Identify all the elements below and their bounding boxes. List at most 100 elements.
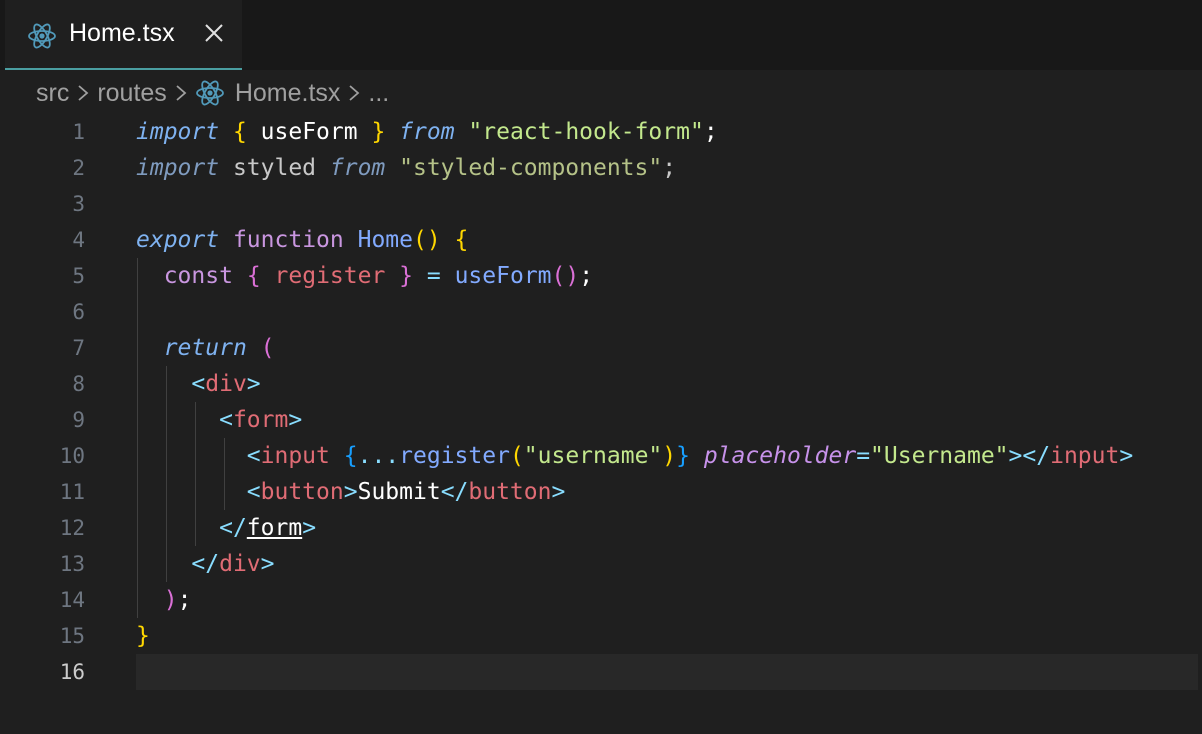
code-token: > xyxy=(288,407,303,433)
code-token: () xyxy=(551,263,580,289)
code-line: } xyxy=(136,618,1133,654)
code-token: ) xyxy=(662,443,677,469)
code-token: > xyxy=(343,479,358,505)
code-token: > xyxy=(1119,443,1134,469)
code-token: ( xyxy=(509,443,524,469)
code-token: form xyxy=(232,407,289,433)
code-token: ... xyxy=(357,443,400,469)
code-token: ; xyxy=(703,119,718,145)
line-number: 7 xyxy=(72,336,85,360)
code-line: const { register } = useForm(); xyxy=(136,258,1133,294)
chevron-right-icon xyxy=(176,85,187,101)
code-token: () xyxy=(412,227,441,253)
code-token: import xyxy=(136,155,220,181)
tab-label: Home.tsx xyxy=(69,19,175,47)
code-line: import { useForm } from "react-hook-form… xyxy=(136,114,1133,150)
code-line: import styled from "styled-components"; xyxy=(136,150,1133,186)
line-number: 14 xyxy=(59,588,85,612)
tab-home-tsx[interactable]: Home.tsx xyxy=(5,0,242,70)
code-editor[interactable]: 1 2 3 4 5 6 7 8 9 10 11 12 13 14 15 16 i… xyxy=(0,114,1202,734)
code-token: } xyxy=(371,119,386,145)
code-token: ) xyxy=(163,587,178,613)
line-number: 9 xyxy=(72,408,85,432)
code-token: const xyxy=(163,263,233,289)
breadcrumb-item-src[interactable]: src xyxy=(36,79,69,108)
line-number: 6 xyxy=(72,300,85,324)
code-token: Submit xyxy=(357,479,441,505)
code-line: </div> xyxy=(136,546,1133,582)
chevron-right-icon xyxy=(349,85,360,101)
code-token: div xyxy=(219,551,261,577)
breadcrumb-item-file[interactable]: Home.tsx xyxy=(235,79,341,108)
line-number: 12 xyxy=(59,516,85,540)
chevron-right-icon xyxy=(78,85,89,101)
code-token: useForm xyxy=(246,119,372,145)
code-token: function xyxy=(232,227,344,253)
code-token: div xyxy=(205,371,247,397)
code-token: placeholder xyxy=(703,443,857,469)
line-number: 5 xyxy=(72,264,85,288)
code-token: </ xyxy=(1022,443,1051,469)
close-icon[interactable] xyxy=(203,22,225,44)
code-token: ; xyxy=(177,587,192,613)
code-token: } xyxy=(399,263,414,289)
code-token: button xyxy=(260,479,344,505)
code-token: < xyxy=(246,443,261,469)
code-token: register xyxy=(274,263,386,289)
code-token: < xyxy=(219,407,233,433)
line-number: 4 xyxy=(72,228,85,252)
code-token: { xyxy=(343,443,358,469)
line-number-active: 16 xyxy=(59,660,85,684)
code-token: from xyxy=(399,119,455,145)
react-icon xyxy=(195,80,224,106)
code-token: } xyxy=(676,443,690,469)
code-token: > xyxy=(302,515,317,541)
line-number: 10 xyxy=(59,444,85,468)
code-line: export function Home() { xyxy=(136,222,1133,258)
react-icon xyxy=(28,23,56,49)
code-line: <button>Submit</button> xyxy=(136,474,1133,510)
line-number: 11 xyxy=(59,480,85,504)
code-token: ; xyxy=(662,155,677,181)
breadcrumb-item-routes[interactable]: routes xyxy=(97,79,166,108)
code-token: "username" xyxy=(523,443,663,469)
line-number: 1 xyxy=(72,120,85,144)
code-token: </ xyxy=(191,551,220,577)
line-number: 13 xyxy=(59,552,85,576)
code-token: { xyxy=(454,227,469,253)
code-token: { xyxy=(246,263,261,289)
code-token: import xyxy=(136,119,220,145)
code-token: < xyxy=(191,371,206,397)
code-token: > xyxy=(246,371,261,397)
code-token: form xyxy=(246,515,303,541)
breadcrumb-item-more[interactable]: ... xyxy=(368,79,389,108)
code-token: from xyxy=(329,155,386,181)
code-token: return xyxy=(163,335,247,361)
code-token: button xyxy=(468,479,552,505)
line-number: 8 xyxy=(72,372,85,396)
code-line: ); xyxy=(136,582,1133,618)
code-line: <form> xyxy=(136,402,1133,438)
code-token: </ xyxy=(219,515,247,541)
code-line: </form> xyxy=(136,510,1133,546)
code-token: input xyxy=(1050,443,1120,469)
code-line: <input {...register("username")} placeho… xyxy=(136,438,1133,474)
line-number: 15 xyxy=(59,624,85,648)
code-token: styled xyxy=(219,155,330,181)
